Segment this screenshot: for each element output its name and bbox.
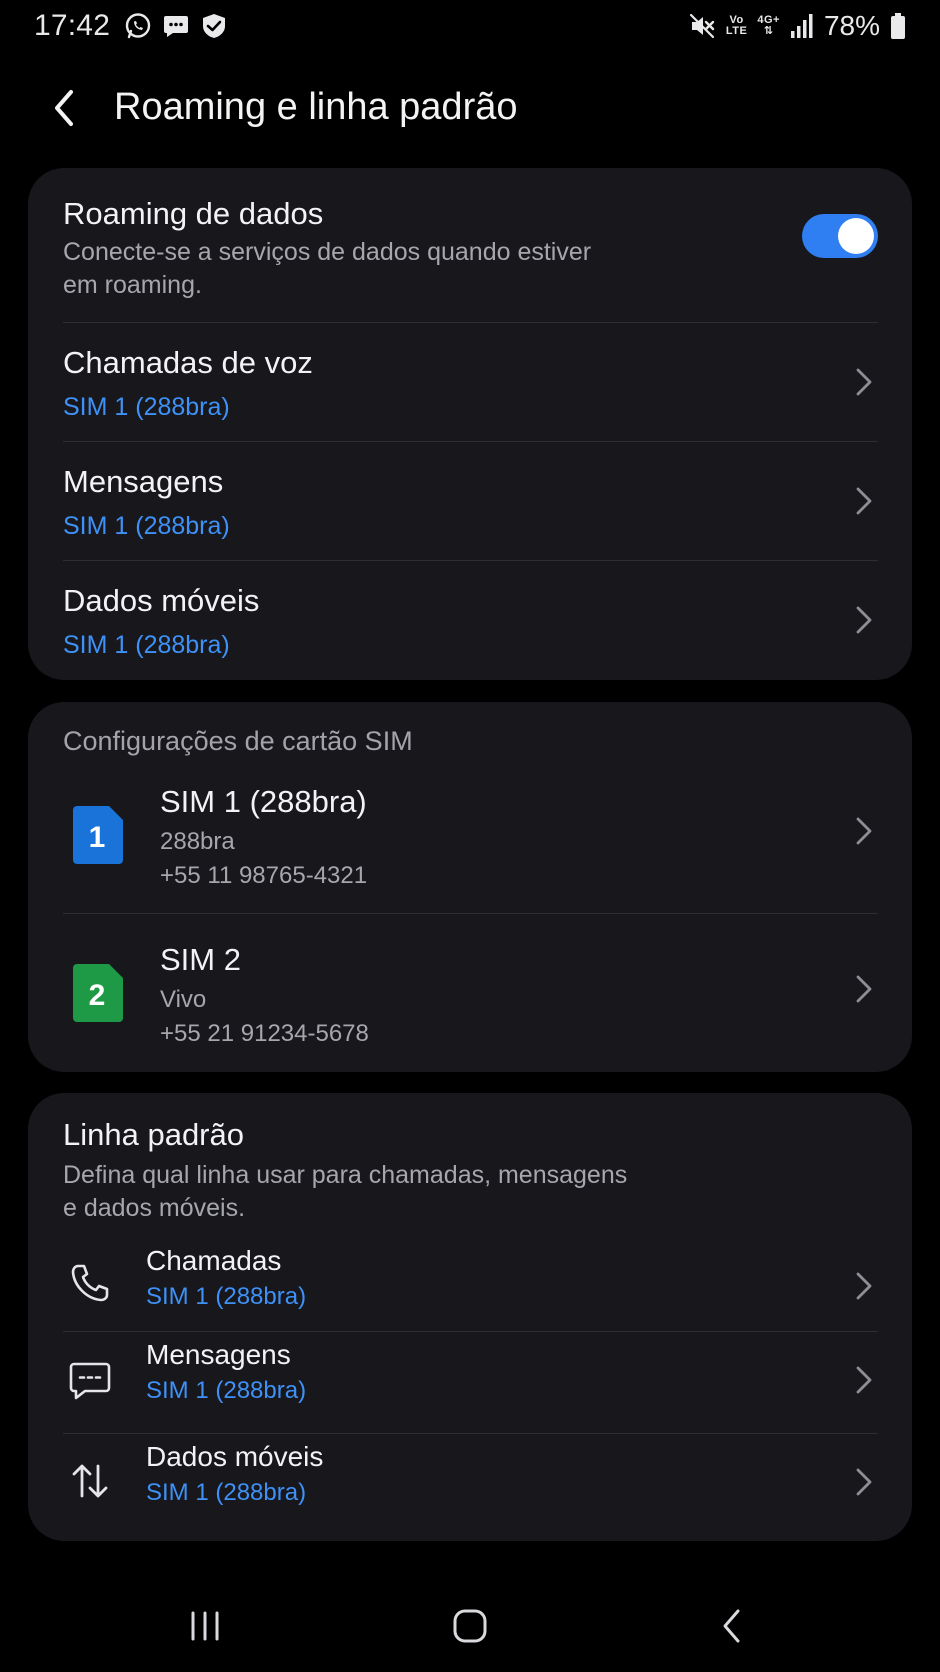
roaming-data-title: Roaming de dados [63,196,324,231]
tracking-app-icon [200,12,228,40]
recents-button[interactable] [173,1594,237,1658]
sim-1-name: SIM 1 (288bra) [160,784,367,819]
message-icon [162,12,190,40]
default-mobile-data-value: SIM 1 (288bra) [146,1479,307,1506]
divider [63,1433,878,1434]
default-line-title: Linha padrão [63,1117,244,1152]
roaming-mobile-data-title: Dados móveis [63,583,260,618]
data-transfer-icon [68,1459,112,1503]
sim-1-number: +55 11 98765-4321 [160,862,368,889]
home-icon [453,1609,487,1643]
sim-2-name: SIM 2 [160,942,241,977]
roaming-voice-calls-title: Chamadas de voz [63,345,313,380]
status-time: 17:42 [34,9,111,42]
recents-icon [191,1611,219,1641]
default-messages-title: Mensagens [146,1339,291,1370]
chevron-right-icon [852,1363,876,1397]
network-type-indicator: 4G+ ⇅ [757,15,780,37]
mute-icon [688,12,716,40]
roaming-voice-calls-value: SIM 1 (288bra) [63,393,230,421]
sim-1-row[interactable]: 1 SIM 1 (288bra) 288bra +55 11 98765-432… [28,780,912,914]
signal-icon [790,13,814,39]
sim-2-icon: 2 [73,964,123,1022]
volte-indicator: Vo LTE [726,15,747,37]
default-line-description: Defina qual linha usar para chamadas, me… [63,1161,628,1222]
roaming-messages-value: SIM 1 (288bra) [63,512,230,540]
sim-2-carrier: Vivo [160,986,207,1013]
chevron-right-icon [852,603,876,637]
chevron-right-icon [852,1269,876,1303]
battery-percentage: 78% [823,10,880,41]
status-right: Vo LTE 4G+ ⇅ 78% [688,10,906,42]
chevron-left-icon [55,90,73,126]
message-icon [68,1359,112,1403]
volte-bottom: LTE [725,25,748,37]
chevron-right-icon [852,814,876,848]
app-header: Roaming e linha padrão [0,72,940,144]
roaming-voice-calls-row[interactable]: Chamadas de voz SIM 1 (288bra) [28,323,912,441]
navigation-bar [0,1580,940,1672]
roaming-messages-title: Mensagens [63,464,224,499]
page-title: Roaming e linha padrão [114,86,518,128]
chevron-right-icon [852,484,876,518]
whatsapp-icon [124,12,152,40]
default-line-card: Linha padrão Defina qual linha usar para… [28,1093,912,1541]
status-left: 17:42 [34,9,228,43]
back-button[interactable] [40,84,88,132]
roaming-data-toggle[interactable] [802,214,878,258]
default-calls-title: Chamadas [146,1245,282,1276]
data-arrows-icon: ⇅ [763,25,774,37]
roaming-data-description: Conecte-se a serviços de dados quando es… [63,238,592,299]
chevron-right-icon [852,365,876,399]
sim-1-carrier: 288bra [160,828,235,855]
status-bar: 17:42 Vo LTE 4G+ ⇅ 78% [0,0,940,52]
sim-settings-section-title: Configurações de cartão SIM [63,726,413,756]
svg-text:2: 2 [89,979,106,1012]
roaming-mobile-data-row[interactable]: Dados móveis SIM 1 (288bra) [28,561,912,680]
toggle-knob [838,218,874,254]
nav-back-button[interactable] [700,1594,764,1658]
default-mobile-data-row[interactable]: Dados móveis SIM 1 (288bra) [28,1441,912,1541]
roaming-card: Roaming de dados Conecte-se a serviços d… [28,168,912,680]
chevron-right-icon [852,1465,876,1499]
sim-2-row[interactable]: 2 SIM 2 Vivo +55 21 91234-5678 [28,914,912,1072]
roaming-data-row[interactable]: Roaming de dados Conecte-se a serviços d… [28,168,912,322]
chevron-right-icon [852,972,876,1006]
sim-settings-card: Configurações de cartão SIM 1 SIM 1 (288… [28,702,912,1072]
divider [63,1331,878,1332]
back-icon [723,1609,740,1643]
roaming-mobile-data-value: SIM 1 (288bra) [63,631,230,659]
home-button[interactable] [438,1594,502,1658]
battery-icon [890,12,906,40]
default-mobile-data-title: Dados móveis [146,1441,324,1472]
default-calls-row[interactable]: Chamadas SIM 1 (288bra) [28,1239,912,1325]
default-messages-row[interactable]: Mensagens SIM 1 (288bra) [28,1339,912,1431]
sim-1-icon: 1 [73,806,123,864]
roaming-messages-row[interactable]: Mensagens SIM 1 (288bra) [28,442,912,560]
sim-2-number: +55 21 91234-5678 [160,1020,369,1047]
default-calls-value: SIM 1 (288bra) [146,1283,307,1310]
phone-icon [68,1261,112,1305]
default-messages-value: SIM 1 (288bra) [146,1377,307,1404]
svg-text:1: 1 [89,821,106,854]
